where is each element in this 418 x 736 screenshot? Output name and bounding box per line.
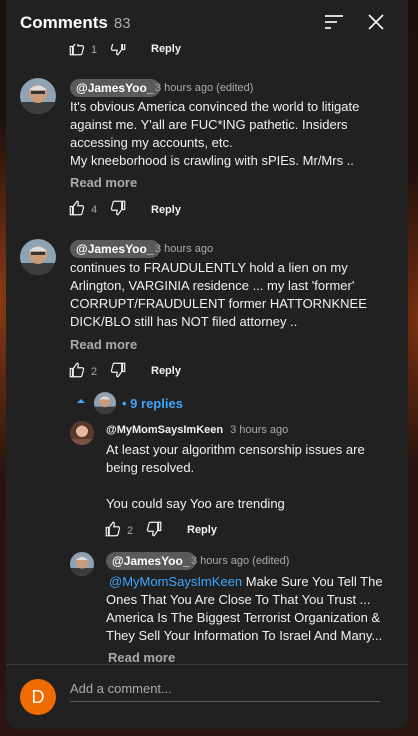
chevron-up-icon: [74, 394, 88, 413]
avatar[interactable]: [20, 239, 56, 275]
comment-line: being resolved.: [106, 460, 195, 475]
reply-text: @MyMomSaysImKeen Make Sure You Tell The …: [106, 573, 383, 645]
comment-line-rest: Make Sure You Tell The: [242, 574, 383, 589]
comment-count: 83: [113, 15, 131, 32]
comment-actions: 4: [68, 200, 127, 220]
author-name[interactable]: @MyMomSaysImKeen: [106, 424, 223, 436]
read-more-button[interactable]: Read more: [70, 337, 137, 352]
author-chip[interactable]: @JamesYoo_: [70, 79, 160, 97]
comment-timestamp[interactable]: 3 hours ago (edited): [191, 555, 289, 567]
reply-button[interactable]: Reply: [151, 204, 181, 216]
close-icon[interactable]: [364, 10, 388, 34]
avatar[interactable]: [70, 421, 94, 445]
comments-list[interactable]: 1 Reply @JamesYoo_ 3 hours ago (edited) …: [6, 0, 408, 664]
comment-timestamp[interactable]: 3 hours ago (edited): [155, 82, 253, 94]
replies-count: • 9 replies: [122, 395, 183, 411]
avatar-photo-icon: [70, 421, 94, 445]
comment-line: At least your algorithm censorship issue…: [106, 442, 365, 457]
reply-header: @MyMomSaysImKeen 3 hours ago: [106, 424, 288, 436]
comment-line: You could say Yoo are trending: [106, 496, 285, 511]
comment-line: America Is The Biggest Terrorist Organiz…: [106, 610, 381, 625]
comment-line: They Sell Your Information To Israel And…: [106, 628, 383, 643]
avatar-photo-icon: [20, 78, 56, 114]
comment-line: accessing my accounts, etc.: [70, 135, 233, 150]
like-count: 2: [127, 525, 134, 537]
sort-icon[interactable]: [322, 10, 346, 34]
reply-button[interactable]: Reply: [151, 365, 181, 377]
like-count: 1: [91, 44, 98, 56]
comment-line: It's obvious America convinced the world…: [70, 99, 360, 114]
comment-timestamp[interactable]: 3 hours ago: [230, 424, 288, 436]
mention-link[interactable]: @MyMomSaysImKeen: [109, 574, 242, 589]
read-more-button[interactable]: Read more: [108, 650, 175, 664]
avatar: [94, 392, 116, 414]
comment-line: DICK/BLO still has NOT filed attorney ..: [70, 314, 298, 329]
avatar[interactable]: [70, 552, 94, 576]
avatar-photo-icon: [70, 552, 94, 576]
add-comment-input[interactable]: Add a comment...: [70, 681, 380, 702]
like-icon[interactable]: [68, 199, 86, 222]
comment-line: continues to FRAUDULENTLY hold a lien on…: [70, 260, 348, 275]
like-icon[interactable]: [104, 520, 122, 543]
comment-text: continues to FRAUDULENTLY hold a lien on…: [70, 259, 367, 331]
like-count: 4: [91, 204, 98, 216]
comment-line: Ones That You Are Close To That You Trus…: [106, 592, 371, 607]
comment-timestamp[interactable]: 3 hours ago: [155, 243, 213, 255]
dislike-icon[interactable]: [145, 520, 163, 543]
comments-header: Comments 83: [6, 0, 408, 44]
comment-line: My kneeborhood is crawling with sPIEs. M…: [70, 153, 354, 168]
reply-text: At least your algorithm censorship issue…: [106, 441, 365, 513]
panel-title: Comments 83: [20, 13, 131, 33]
like-count: 2: [91, 366, 98, 378]
comment-line: @MyMomSaysImKeen Make Sure You Tell The: [106, 573, 383, 591]
reply-button[interactable]: Reply: [151, 43, 181, 55]
comment-actions: 2: [68, 362, 127, 382]
comment-line: against me. Y'all are FUC*ING pathetic. …: [70, 117, 348, 132]
dislike-icon[interactable]: [109, 199, 127, 222]
comment-line: Arlington, VARGINIA residence ... my las…: [70, 278, 355, 293]
like-icon[interactable]: [68, 361, 86, 384]
read-more-button[interactable]: Read more: [70, 175, 137, 190]
comment-actions: 2: [104, 521, 163, 541]
dislike-icon[interactable]: [109, 361, 127, 384]
author-chip[interactable]: @JamesYoo_: [70, 240, 160, 258]
avatar[interactable]: [20, 78, 56, 114]
replies-toggle[interactable]: • 9 replies: [74, 390, 183, 416]
comment-text: It's obvious America convinced the world…: [70, 98, 359, 170]
reply-button[interactable]: Reply: [187, 524, 217, 536]
author-chip[interactable]: @JamesYoo_: [106, 552, 196, 570]
title-text: Comments: [20, 13, 108, 32]
user-avatar[interactable]: D: [20, 679, 56, 715]
comments-panel: 1 Reply @JamesYoo_ 3 hours ago (edited) …: [6, 0, 408, 729]
comment-composer: D Add a comment...: [6, 664, 408, 729]
comment-line: CORRUPT/FRAUDULENT former HATTORNKNEE: [70, 296, 367, 311]
avatar-photo-icon: [20, 239, 56, 275]
